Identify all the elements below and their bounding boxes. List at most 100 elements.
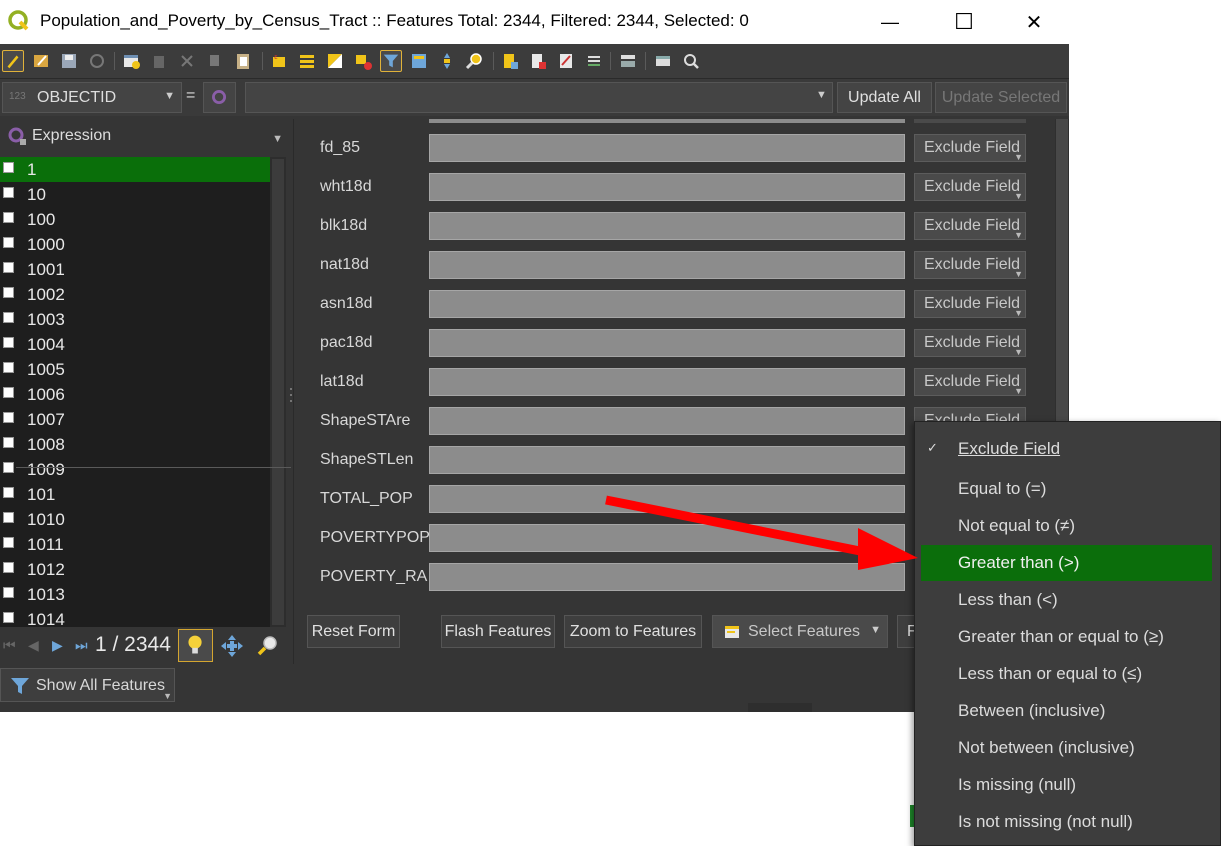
feature-checkbox[interactable] xyxy=(3,237,14,248)
list-item[interactable]: 1005 xyxy=(0,357,270,382)
feature-list-header[interactable]: Expression ▼ xyxy=(0,119,289,155)
save-edits-icon[interactable] xyxy=(58,50,80,72)
field-value-input[interactable] xyxy=(429,563,905,591)
feature-list-scrollbar[interactable] xyxy=(270,157,286,627)
list-item[interactable]: 1009 xyxy=(0,457,270,482)
feature-checkbox[interactable] xyxy=(3,512,14,523)
invert-selection-icon[interactable] xyxy=(324,50,346,72)
scrollbar-thumb[interactable] xyxy=(272,159,284,625)
field-value-input[interactable] xyxy=(429,251,905,279)
feature-list[interactable]: 1 10 100 1000 1001 1002 1003 1004 1005 1006 1007 10… xyxy=(0,157,270,627)
maximize-button[interactable]: ☐ xyxy=(929,0,999,44)
paste-icon[interactable] xyxy=(232,50,254,72)
minimize-button[interactable]: — xyxy=(855,0,925,44)
add-feature-icon[interactable] xyxy=(120,50,142,72)
feature-checkbox[interactable] xyxy=(3,287,14,298)
feature-checkbox[interactable] xyxy=(3,412,14,423)
first-feature-icon[interactable]: ⏮ xyxy=(3,637,16,654)
menu-item[interactable]: Greater than (>) xyxy=(921,545,1212,581)
list-item[interactable]: 1010 xyxy=(0,507,270,532)
list-item[interactable]: 1001 xyxy=(0,257,270,282)
multi-edit-icon[interactable] xyxy=(30,50,52,72)
list-item[interactable]: 10 xyxy=(0,182,270,207)
list-item[interactable]: 1013 xyxy=(0,582,270,607)
update-selected-button[interactable]: Update Selected xyxy=(935,82,1067,113)
menu-item[interactable]: Greater than or equal to (≥) xyxy=(915,619,1220,655)
toggle-editing-icon[interactable] xyxy=(2,50,24,72)
exclude-field-button[interactable]: Exclude Field▼ xyxy=(914,251,1026,279)
exclude-field-button[interactable]: Exclude Field▼ xyxy=(914,173,1026,201)
menu-item[interactable]: Between (inclusive) xyxy=(915,693,1220,729)
dock-icon[interactable] xyxy=(617,50,639,72)
list-item[interactable]: 1007 xyxy=(0,407,270,432)
close-button[interactable]: ✕ xyxy=(999,0,1069,44)
field-value-input[interactable] xyxy=(429,173,905,201)
cut-icon[interactable] xyxy=(176,50,198,72)
feature-checkbox[interactable] xyxy=(3,212,14,223)
new-field-icon[interactable] xyxy=(499,50,521,72)
help-icon[interactable] xyxy=(680,50,702,72)
list-item[interactable]: 1011 xyxy=(0,532,270,557)
expression-builder-button[interactable] xyxy=(203,82,236,113)
menu-item[interactable]: ✓ Exclude Field xyxy=(915,431,1220,467)
menu-item[interactable]: Equal to (=) xyxy=(915,471,1220,507)
feature-checkbox[interactable] xyxy=(3,337,14,348)
exclude-field-button[interactable]: Exclude Field▼ xyxy=(914,368,1026,396)
feature-checkbox[interactable] xyxy=(3,462,14,473)
select-by-expression-icon[interactable]: ε xyxy=(268,50,290,72)
feature-checkbox[interactable] xyxy=(3,312,14,323)
exclude-field-button[interactable]: Exclude Field▼ xyxy=(914,290,1026,318)
copy-icon[interactable] xyxy=(204,50,226,72)
reset-form-button[interactable]: Reset Form xyxy=(307,615,400,648)
deselect-icon[interactable] xyxy=(352,50,374,72)
zoom-to-features-button[interactable]: Zoom to Features xyxy=(564,615,702,648)
menu-item[interactable]: Not between (inclusive) xyxy=(915,730,1220,766)
feature-checkbox[interactable] xyxy=(3,562,14,573)
feature-checkbox[interactable] xyxy=(3,612,14,623)
field-value-input[interactable] xyxy=(429,290,905,318)
exclude-field-button[interactable]: Exclude Field▼ xyxy=(914,212,1026,240)
zoom-to-feature-icon[interactable] xyxy=(255,633,281,659)
previous-feature-icon[interactable]: ◀ xyxy=(28,637,39,654)
menu-item[interactable]: Less than (<) xyxy=(915,582,1220,618)
expression-input[interactable] xyxy=(245,82,833,113)
filter-icon[interactable] xyxy=(380,50,402,72)
menu-item[interactable]: Is missing (null) xyxy=(915,767,1220,803)
next-feature-icon[interactable]: ▶ xyxy=(52,637,63,654)
list-item[interactable]: 1014 xyxy=(0,607,270,627)
feature-checkbox[interactable] xyxy=(3,187,14,198)
menu-item[interactable]: Is not missing (not null) xyxy=(915,804,1220,840)
delete-field-icon[interactable] xyxy=(527,50,549,72)
list-item[interactable]: 1002 xyxy=(0,282,270,307)
list-item[interactable]: 1012 xyxy=(0,557,270,582)
feature-checkbox[interactable] xyxy=(3,537,14,548)
list-item[interactable]: 1003 xyxy=(0,307,270,332)
pan-to-feature-icon[interactable] xyxy=(219,633,245,659)
feature-checkbox[interactable] xyxy=(3,587,14,598)
field-select[interactable]: 123 OBJECTID ▼ xyxy=(2,82,182,113)
field-value-input[interactable] xyxy=(429,485,905,513)
field-value-input[interactable] xyxy=(429,134,905,162)
list-item[interactable]: 1008 xyxy=(0,432,270,457)
feature-checkbox[interactable] xyxy=(3,162,14,173)
actions-icon[interactable] xyxy=(652,50,674,72)
feature-checkbox[interactable] xyxy=(3,387,14,398)
field-value-input[interactable] xyxy=(429,368,905,396)
last-feature-icon[interactable]: ⏭ xyxy=(75,637,88,654)
highlight-feature-button[interactable] xyxy=(178,629,213,662)
list-item[interactable]: 101 xyxy=(0,482,270,507)
feature-checkbox[interactable] xyxy=(3,362,14,373)
field-value-input[interactable] xyxy=(429,446,905,474)
field-value-input[interactable] xyxy=(429,329,905,357)
feature-checkbox[interactable] xyxy=(3,262,14,273)
menu-item[interactable]: Less than or equal to (≤) xyxy=(915,656,1220,692)
field-calculator-icon[interactable] xyxy=(555,50,577,72)
list-item[interactable]: 1 xyxy=(0,157,270,182)
exclude-field-button[interactable]: Exclude Field▼ xyxy=(914,134,1026,162)
delete-feature-icon[interactable] xyxy=(148,50,170,72)
list-item[interactable]: 1000 xyxy=(0,232,270,257)
field-value-input[interactable] xyxy=(429,212,905,240)
field-value-input[interactable] xyxy=(429,407,905,435)
list-item[interactable]: 1004 xyxy=(0,332,270,357)
show-all-features-button[interactable]: Show All Features ▼ xyxy=(0,668,175,702)
